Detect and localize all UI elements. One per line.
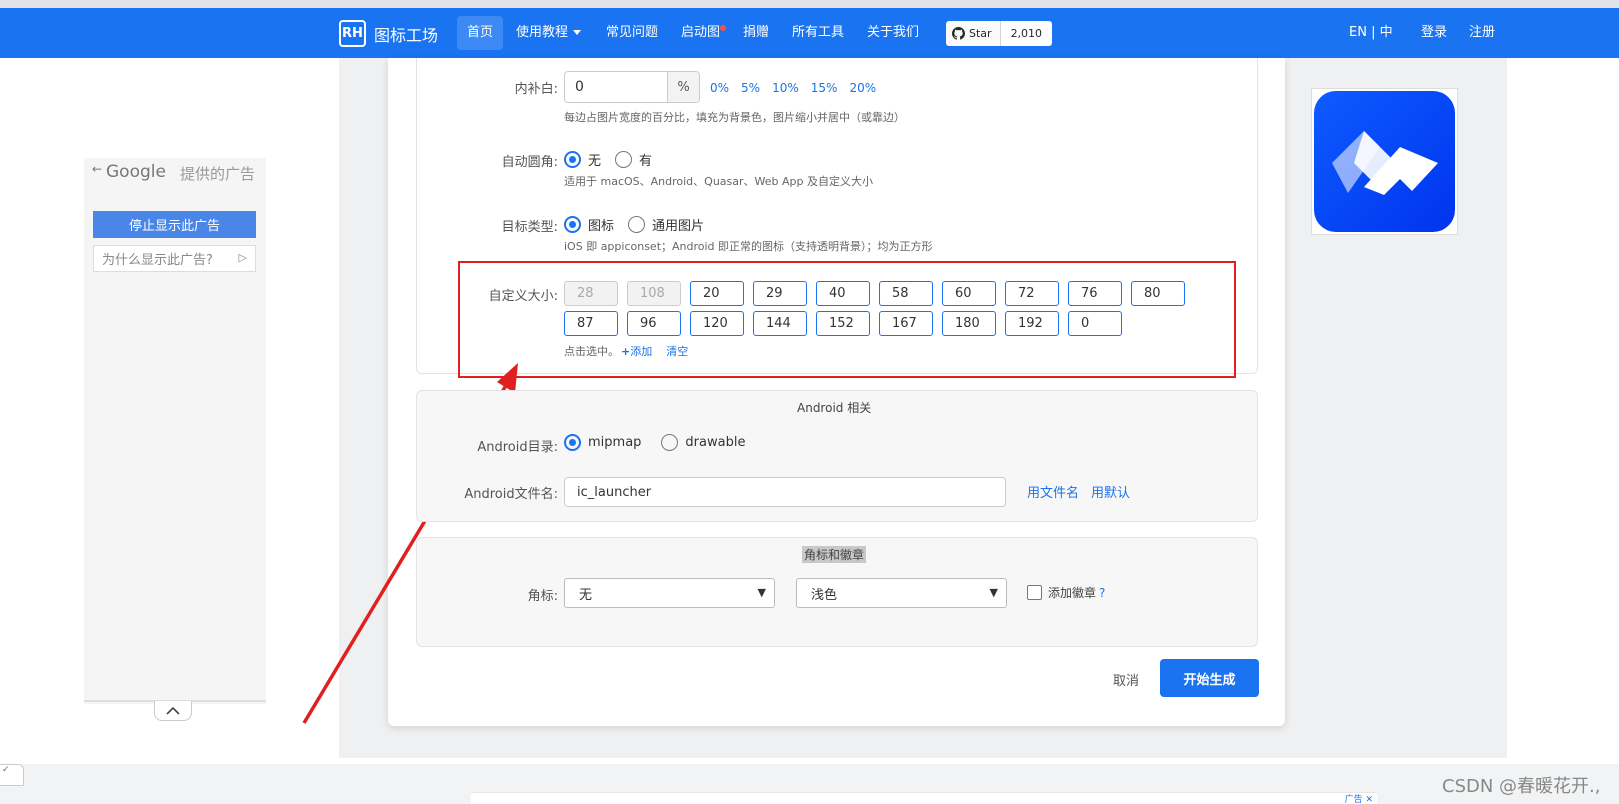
- icon-preview: [1311, 88, 1458, 235]
- brand-logo: RH: [339, 20, 366, 47]
- add-badge-label: 添加徽章: [1048, 586, 1097, 600]
- corner-option-none[interactable]: 无: [564, 150, 601, 169]
- target-option-image-label: 通用图片: [652, 219, 705, 234]
- corner-badge-select-value: 无: [579, 587, 593, 603]
- target-option-image[interactable]: 通用图片: [628, 215, 704, 234]
- radio-checked-icon[interactable]: [564, 216, 581, 233]
- chevron-down-icon: [573, 30, 582, 35]
- bottom-ad-label[interactable]: 广告 ✕: [1345, 792, 1373, 804]
- why-ad-button[interactable]: 为什么显示此广告? ▷: [93, 245, 256, 272]
- language-switch[interactable]: EN | 中: [1349, 16, 1393, 50]
- bottom-ad-banner: 广告 ✕: [471, 792, 1377, 804]
- padding-value[interactable]: 0: [565, 72, 667, 102]
- android-filename-input[interactable]: ic_launcher: [564, 477, 1006, 507]
- padding-preset-15[interactable]: 15%: [811, 81, 838, 95]
- padding-preset-0[interactable]: 0%: [710, 81, 729, 95]
- github-icon: [952, 27, 965, 40]
- corner-badge-select[interactable]: 无 ▼: [564, 578, 775, 608]
- corner-option-yes-label: 有: [639, 154, 653, 169]
- android-dir-mipmap[interactable]: mipmap: [564, 434, 641, 451]
- padding-preset-5[interactable]: 5%: [741, 81, 760, 95]
- radio-unchecked-icon[interactable]: [661, 434, 679, 451]
- radio-unchecked-icon[interactable]: [615, 151, 633, 168]
- brand-name: 图标工场: [374, 25, 439, 45]
- target-radio-group: 图标 通用图片: [564, 215, 718, 234]
- github-star-count[interactable]: 2,010: [1000, 21, 1053, 46]
- android-dir-drawable[interactable]: drawable: [661, 434, 745, 451]
- android-dir-drawable-label: drawable: [685, 435, 746, 450]
- android-dir-mipmap-label: mipmap: [588, 435, 642, 450]
- github-star-button[interactable]: Star: [946, 21, 1001, 46]
- radio-unchecked-icon[interactable]: [628, 216, 646, 233]
- bottom-tab-icon[interactable]: ✓: [0, 764, 24, 786]
- nav-tutorial[interactable]: 使用教程: [506, 16, 591, 50]
- brand-link[interactable]: RH 图标工场: [339, 20, 438, 47]
- android-dir-radio-group: mipmap drawable: [564, 434, 759, 451]
- stop-ad-button[interactable]: 停止显示此广告: [93, 211, 256, 238]
- navbar: RH 图标工场 首页 使用教程 常见问题 启动图 捐赠 所有工具 关于我们 St…: [0, 8, 1619, 58]
- android-filename-label: Android文件名:: [464, 487, 558, 502]
- ad-provided-by: 提供的广告: [180, 165, 256, 183]
- nav-home[interactable]: 首页: [457, 16, 504, 50]
- why-ad-label: 为什么显示此广告?: [102, 253, 213, 268]
- android-section-title: Android 相关: [797, 401, 872, 415]
- radio-checked-icon[interactable]: [564, 151, 581, 168]
- github-star-label: Star: [969, 27, 992, 40]
- corner-option-yes[interactable]: 有: [615, 150, 652, 169]
- badge-style-select[interactable]: 浅色 ▼: [796, 578, 1007, 608]
- corner-option-none-label: 无: [588, 154, 602, 169]
- start-generate-button[interactable]: 开始生成: [1160, 659, 1259, 697]
- ad-collapse-toggle[interactable]: [154, 701, 192, 721]
- android-dir-label: Android目录:: [477, 440, 558, 455]
- github-star-widget[interactable]: Star 2,010: [946, 21, 1053, 46]
- padding-preset-20[interactable]: 20%: [849, 81, 876, 95]
- chevron-down-icon: ▼: [757, 586, 766, 599]
- corner-hint: 适用于 macOS、Android、Quasar、Web App 及自定义大小: [564, 175, 873, 188]
- csdn-watermark: CSDN @春暖花开.,: [1442, 776, 1601, 797]
- target-hint: iOS 即 appiconset；Android 即正常的图标（支持透明背景）；…: [564, 240, 933, 253]
- badge-style-select-value: 浅色: [811, 587, 838, 603]
- badge-section-title: 角标和徽章: [802, 546, 867, 563]
- nav-tutorial-label: 使用教程: [516, 25, 569, 40]
- nav-splash[interactable]: 启动图: [671, 16, 736, 50]
- badge-help-link[interactable]: ?: [1099, 586, 1105, 600]
- corner-badge-label: 角标:: [527, 589, 558, 604]
- nav-about[interactable]: 关于我们: [857, 16, 929, 50]
- corner-label: 自动圆角:: [501, 155, 558, 170]
- back-arrow-icon[interactable]: ←: [92, 162, 102, 176]
- login-link[interactable]: 登录: [1421, 16, 1447, 50]
- nav-donate[interactable]: 捐赠: [733, 16, 779, 50]
- padding-preset-10[interactable]: 10%: [772, 81, 799, 95]
- adchoices-icon: ▷: [238, 251, 247, 264]
- logo-mark-icon: [1332, 131, 1438, 195]
- padding-label: 内补白:: [514, 82, 558, 97]
- annotation-highlight-box: [458, 261, 1236, 378]
- new-dot-icon: [720, 25, 727, 31]
- register-link[interactable]: 注册: [1469, 16, 1495, 50]
- add-badge-option[interactable]: 添加徽章 ?: [1027, 584, 1105, 601]
- nav-faq[interactable]: 常见问题: [596, 16, 668, 50]
- padding-input[interactable]: 0 %: [564, 71, 700, 103]
- padding-hint: 每边占图片宽度的百分比，填充为背景色，图片缩小并居中（或靠边）: [564, 111, 905, 124]
- nav-all-tools[interactable]: 所有工具: [782, 16, 854, 50]
- chevron-up-icon: [166, 706, 180, 715]
- target-label: 目标类型:: [501, 220, 558, 235]
- app-icon-preview: [1314, 91, 1455, 232]
- target-option-icon[interactable]: 图标: [564, 215, 614, 234]
- nav-splash-label: 启动图: [681, 25, 721, 40]
- browser-top-strip: [0, 0, 1619, 8]
- radio-checked-icon[interactable]: [564, 434, 581, 451]
- padding-presets: 0% 5% 10% 15% 20%: [710, 81, 876, 95]
- corner-radio-group: 无 有: [564, 150, 666, 169]
- use-default-link[interactable]: 用默认: [1091, 482, 1130, 501]
- padding-unit: %: [667, 72, 699, 102]
- google-logo: Google: [106, 162, 166, 182]
- ad-panel: ← Google 提供的广告 停止显示此广告 为什么显示此广告? ▷: [84, 158, 266, 704]
- chevron-down-icon: ▼: [989, 586, 998, 599]
- use-filename-link[interactable]: 用文件名: [1027, 482, 1079, 501]
- add-badge-checkbox[interactable]: [1027, 585, 1042, 600]
- target-option-icon-label: 图标: [588, 219, 615, 234]
- cancel-button[interactable]: 取消: [1113, 670, 1139, 689]
